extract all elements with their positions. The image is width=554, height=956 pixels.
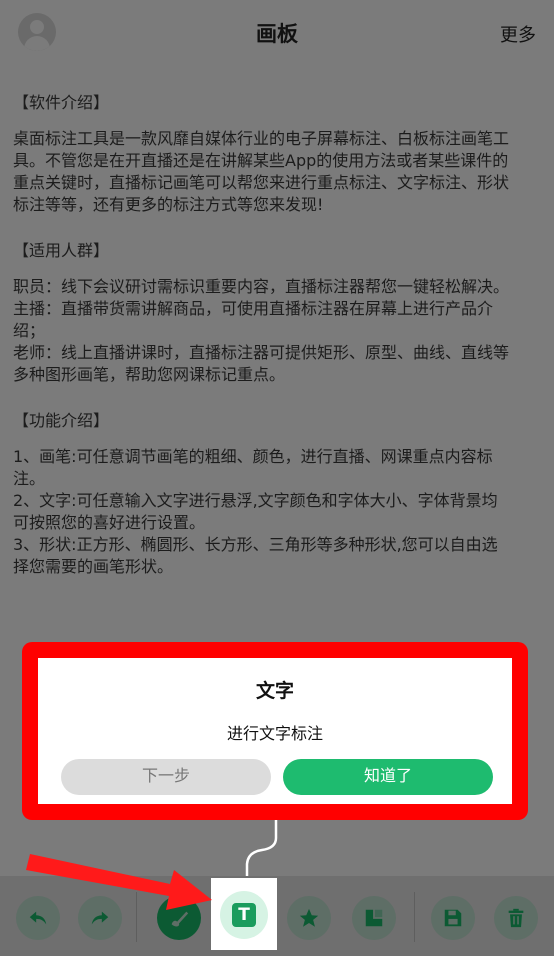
intro-line: 标注等等，还有更多的标注方式等您来发现! (13, 195, 324, 214)
star-shape-icon[interactable] (287, 896, 331, 940)
guide-dialog-title: 文字 (255, 680, 294, 702)
feature-line: 2、文字:可任意输入文字进行悬浮,文字颜色和字体大小、字体背景均 (13, 491, 498, 510)
guide-dialog: 文字 进行文字标注 下一步 知道了 (38, 658, 512, 804)
feature-line: 3、形状:正方形、椭圆形、长方形、三角形等多种形状,您可以自由选 (13, 535, 498, 554)
feature-line: 注。 (13, 469, 46, 488)
intro-content: 【软件介绍】 桌面标注工具是一款风靡自媒体行业的电子屏幕标注、白板标注画笔工 具… (13, 92, 545, 578)
got-it-button[interactable]: 知道了 (283, 759, 493, 795)
intro-line: 具。不管您是在开直播还是在讲解某些App的使用方法或者某些课件的 (13, 151, 509, 170)
feature-line: 1、画笔:可任意调节画笔的粗细、颜色，进行直播、网课重点内容标 (13, 447, 493, 466)
section-heading-audience: 【适用人群】 (13, 241, 110, 260)
toolbar-divider (414, 892, 415, 942)
intro-line: 重点关键时，直播标记画笔可以帮您来进行重点标注、文字标注、形状 (13, 173, 510, 192)
next-step-button[interactable]: 下一步 (61, 759, 271, 795)
section-heading-features: 【功能介绍】 (13, 411, 110, 430)
save-icon[interactable] (431, 896, 475, 940)
section-heading-intro: 【软件介绍】 (13, 93, 110, 112)
trash-icon[interactable] (494, 896, 538, 940)
audience-paragraph: 职员：线下会议研讨需标识重要内容，直播标注器帮您一键轻松解决。 主播：直播带货需… (13, 276, 545, 386)
features-paragraph: 1、画笔:可任意调节画笔的粗细、颜色，进行直播、网课重点内容标 注。 2、文字:… (13, 446, 545, 578)
audience-line: 职员：线下会议研讨需标识重要内容，直播标注器帮您一键轻松解决。 (13, 277, 510, 296)
guide-dialog-message: 进行文字标注 (226, 724, 323, 743)
pointer-arrow-icon (26, 854, 212, 910)
page-title: 画板 (256, 22, 298, 46)
audience-line: 主播：直播带货需讲解商品，可使用直播标注器在屏幕上进行产品介 (13, 299, 494, 318)
audience-line: 绍； (13, 321, 46, 340)
more-button[interactable]: 更多 (500, 21, 536, 47)
audience-line: 多种图形画笔，帮助您网课标记重点。 (13, 365, 286, 384)
audience-line: 老师：线上直播讲课时，直播标注器可提供矩形、原型、曲线、直线等 (13, 343, 510, 362)
feature-line: 择您需要的画笔形状。 (13, 557, 174, 576)
feature-line: 可按照您的喜好进行设置。 (13, 513, 206, 532)
crop-icon[interactable] (352, 896, 396, 940)
app-header: 画板 更多 (0, 0, 554, 64)
guide-connector-line (245, 820, 278, 882)
intro-line: 桌面标注工具是一款风靡自媒体行业的电子屏幕标注、白板标注画笔工 (13, 129, 510, 148)
intro-paragraph: 桌面标注工具是一款风靡自媒体行业的电子屏幕标注、白板标注画笔工 具。不管您是在开… (13, 128, 545, 216)
